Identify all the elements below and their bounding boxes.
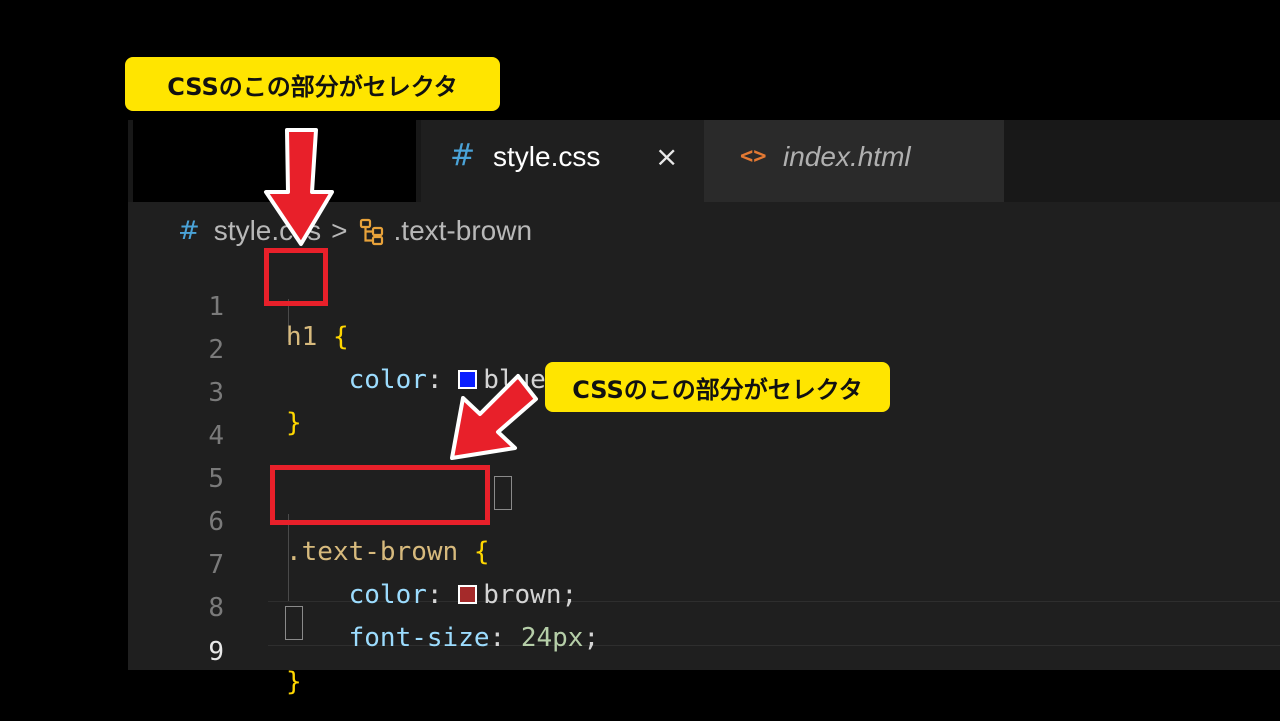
tab-bar: # style.css × <> index.html: [128, 120, 1280, 202]
breadcrumb: # style.css > .text-brown: [178, 213, 532, 249]
css-file-icon: #: [450, 138, 476, 173]
bracket-match-highlight: [285, 606, 303, 640]
selector-text-brown-highlight: [270, 465, 490, 525]
html-file-icon: <>: [740, 144, 767, 169]
bracket-match-highlight: [494, 476, 512, 510]
breadcrumb-file[interactable]: style.css: [214, 215, 321, 247]
selector-h1-highlight: [264, 248, 328, 306]
line-number: 9: [208, 637, 224, 667]
tab-bar-empty-area: [133, 120, 416, 202]
close-icon[interactable]: ×: [655, 140, 678, 173]
code-text: }: [286, 661, 302, 704]
symbol-class-icon: [359, 218, 383, 246]
css-file-icon: #: [178, 216, 200, 246]
tab-index-html-label[interactable]: index.html: [783, 141, 911, 173]
callout-top: CSSのこの部分がセレクタ: [125, 57, 500, 111]
breadcrumb-separator: >: [331, 215, 348, 246]
callout-mid: CSSのこの部分がセレクタ: [545, 362, 890, 412]
code-line-8[interactable]: 8 font-size: 24px;: [128, 557, 1280, 653]
close-brace: }: [286, 667, 302, 697]
tab-style-css-label[interactable]: style.css: [493, 141, 600, 173]
breadcrumb-symbol[interactable]: .text-brown: [394, 215, 533, 247]
